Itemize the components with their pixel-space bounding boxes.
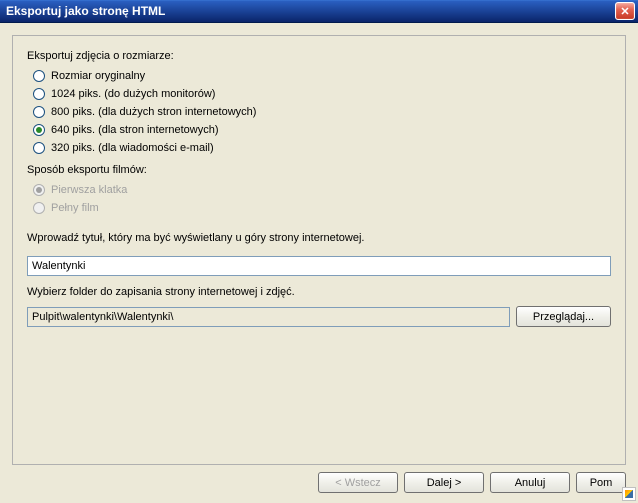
wizard-footer: < Wstecz Dalej > Anuluj Pom — [318, 472, 626, 493]
title-field-label: Wprowadź tytuł, który ma być wyświetlany… — [27, 232, 611, 244]
size-option-1024[interactable]: 1024 piks. (do dużych monitorów) — [33, 88, 611, 100]
radio-label: Pełny film — [51, 202, 99, 214]
radio-icon — [33, 70, 45, 82]
browse-button[interactable]: Przeglądaj... — [516, 306, 611, 327]
tray-icon[interactable] — [622, 487, 636, 501]
radio-label: 1024 piks. (do dużych monitorów) — [51, 88, 215, 100]
folder-input[interactable] — [27, 307, 510, 327]
radio-icon — [33, 184, 45, 196]
radio-icon — [33, 142, 45, 154]
close-button[interactable]: ✕ — [615, 2, 635, 20]
radio-label: 800 piks. (dla dużych stron internetowyc… — [51, 106, 256, 118]
main-panel: Eksportuj zdjęcia o rozmiarze: Rozmiar o… — [12, 35, 626, 465]
size-option-320[interactable]: 320 piks. (dla wiadomości e-mail) — [33, 142, 611, 154]
app-icon — [625, 490, 633, 498]
radio-label: 640 piks. (dla stron internetowych) — [51, 124, 219, 136]
movie-option-full: Pełny film — [33, 202, 611, 214]
radio-label: Pierwsza klatka — [51, 184, 127, 196]
help-button[interactable]: Pom — [576, 472, 626, 493]
folder-field-label: Wybierz folder do zapisania strony inter… — [27, 286, 611, 298]
next-button[interactable]: Dalej > — [404, 472, 484, 493]
radio-icon — [33, 106, 45, 118]
size-radio-group: Rozmiar oryginalny 1024 piks. (do dużych… — [33, 70, 611, 154]
size-option-original[interactable]: Rozmiar oryginalny — [33, 70, 611, 82]
window-title: Eksportuj jako stronę HTML — [6, 4, 615, 18]
radio-icon — [33, 124, 45, 136]
size-label: Eksportuj zdjęcia o rozmiarze: — [27, 50, 611, 62]
radio-label: 320 piks. (dla wiadomości e-mail) — [51, 142, 214, 154]
dialog-body: Eksportuj zdjęcia o rozmiarze: Rozmiar o… — [0, 23, 638, 465]
back-button: < Wstecz — [318, 472, 398, 493]
close-icon: ✕ — [620, 5, 629, 18]
radio-icon — [33, 88, 45, 100]
movie-option-firstframe: Pierwsza klatka — [33, 184, 611, 196]
folder-row: Przeglądaj... — [27, 306, 611, 327]
title-input[interactable] — [27, 256, 611, 276]
titlebar: Eksportuj jako stronę HTML ✕ — [0, 0, 638, 23]
movie-label: Sposób eksportu filmów: — [27, 164, 611, 176]
radio-icon — [33, 202, 45, 214]
cancel-button[interactable]: Anuluj — [490, 472, 570, 493]
size-option-800[interactable]: 800 piks. (dla dużych stron internetowyc… — [33, 106, 611, 118]
movie-radio-group: Pierwsza klatka Pełny film — [33, 184, 611, 214]
radio-label: Rozmiar oryginalny — [51, 70, 145, 82]
size-option-640[interactable]: 640 piks. (dla stron internetowych) — [33, 124, 611, 136]
